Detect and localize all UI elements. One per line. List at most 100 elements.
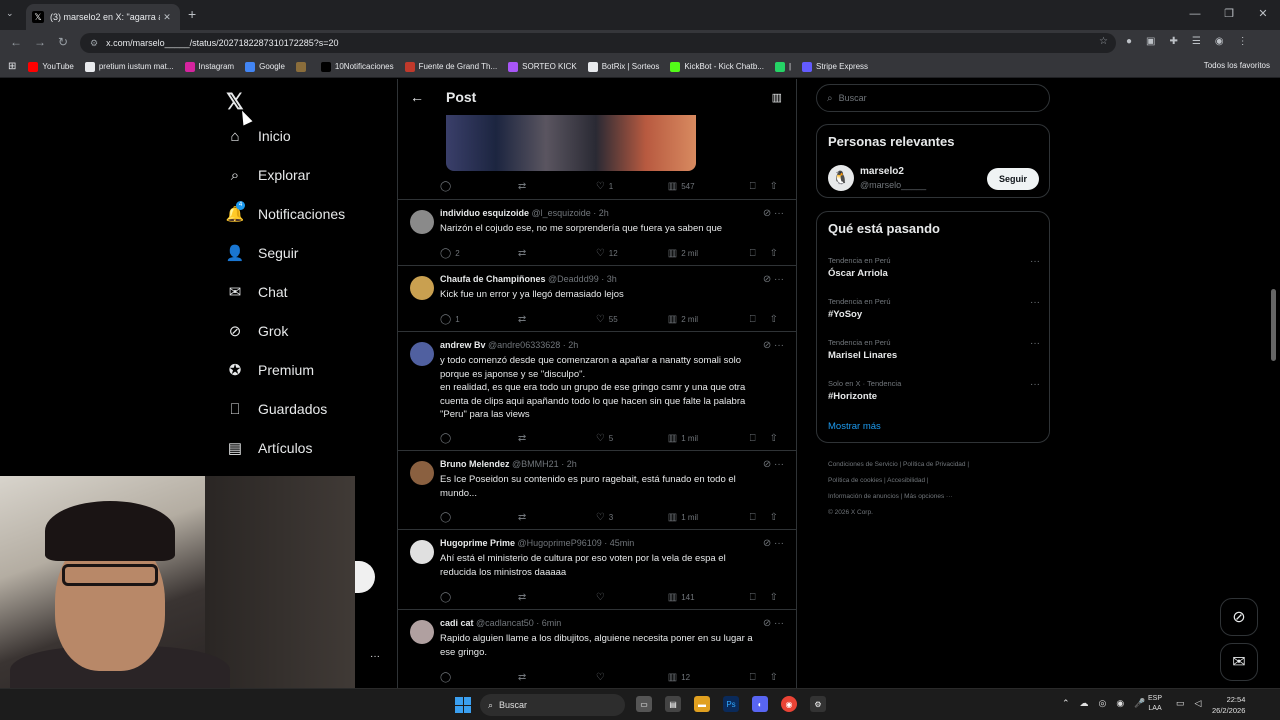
microphone-icon[interactable]: 🎤 (1134, 698, 1145, 709)
bookmark-button[interactable]: ⎕ (750, 314, 770, 325)
star-icon[interactable]: ☆ (1099, 36, 1108, 47)
more-icon[interactable]: ··· (1030, 379, 1040, 390)
grok-icon[interactable]: ⊘ (763, 274, 774, 285)
grok-icon[interactable]: ⊘ (763, 340, 774, 351)
extension-icon[interactable]: ● (1126, 36, 1132, 47)
avatar[interactable]: 🐧 (828, 165, 854, 191)
show-more-link[interactable]: Mostrar más (828, 421, 881, 432)
repost-button[interactable]: ⇄ (518, 248, 596, 259)
taskbar-search-input[interactable]: ⌕ Buscar (480, 694, 625, 716)
nav-item-notificaciones[interactable]: 🔔 4 Notificaciones (226, 201, 345, 223)
volume-icon[interactable]: ◁ (1195, 698, 1202, 709)
bookmark-item[interactable]: Google (245, 61, 285, 72)
language-indicator[interactable]: ESP LAA (1148, 694, 1162, 714)
repost-button[interactable]: ⇄ (518, 314, 596, 325)
bookmark-item[interactable]: Stripe Express (802, 61, 868, 72)
like-button[interactable]: ♡ (596, 672, 668, 683)
share-button[interactable]: ⇧ (770, 592, 782, 603)
extension-icon[interactable]: ▣ (1146, 36, 1155, 47)
reply-author-name[interactable]: cadi cat (440, 618, 474, 628)
nav-item-seguir[interactable]: 👤 Seguir (226, 244, 299, 262)
discord-icon[interactable]: ◐ (752, 696, 768, 712)
tab-search-icon[interactable]: ⌄ (6, 8, 14, 19)
more-icon[interactable]: ··· (1030, 297, 1040, 308)
reply-button[interactable]: ◯ (440, 181, 518, 192)
avatar[interactable] (410, 210, 434, 234)
like-button[interactable]: ♡ 12 (596, 248, 668, 259)
nav-item-grok[interactable]: ⊘ Grok (226, 322, 289, 340)
clock[interactable]: 22:54 26/2/2026 (1212, 694, 1245, 716)
post-media-image[interactable] (446, 115, 696, 171)
repost-button[interactable]: ⇄ (518, 672, 596, 683)
puzzle-icon[interactable]: ✚ (1170, 36, 1178, 47)
nav-item-inicio[interactable]: ⌂ Inicio (226, 127, 290, 145)
avatar[interactable] (410, 276, 434, 300)
reply-author-name[interactable]: Bruno Melendez (440, 459, 510, 469)
reply-item[interactable]: cadi cat @cadlancat50 · 6min ⊘ ··· Rapido … (398, 609, 796, 688)
trend-item[interactable]: Solo en X · Tendencia #Horizonte ··· (828, 379, 1040, 402)
bookmark-item[interactable]: YouTube (28, 61, 74, 72)
sidepanel-icon[interactable]: ☰ (1192, 36, 1201, 47)
share-button[interactable]: ⇧ (770, 248, 782, 259)
photoshop-icon[interactable]: Ps (723, 696, 739, 712)
grok-icon[interactable]: ⊘ (763, 618, 774, 629)
more-icon[interactable]: ··· (774, 274, 784, 285)
reply-item[interactable]: Chaufa de Champiñones @Deaddd99 · 3h ⊘ ··… (398, 265, 796, 331)
like-button[interactable]: ♡ 1 (596, 181, 668, 192)
more-icon[interactable]: ··· (774, 340, 784, 351)
bookmark-item[interactable]: | (774, 61, 791, 72)
reply-author-name[interactable]: Hugoprime Prime (440, 538, 515, 548)
bookmark-item[interactable]: 10Notificaciones (320, 61, 394, 72)
nav-item-chat[interactable]: ✉ Chat (226, 283, 288, 301)
reply-author-name[interactable]: Chaufa de Champiñones (440, 274, 546, 284)
url-input[interactable]: ⚙ x.com/marselo_____/status/202718228731… (80, 33, 1116, 53)
views-button[interactable]: ▥ 2 mil (668, 248, 750, 259)
grok-icon[interactable]: ⊘ (763, 208, 774, 219)
bookmark-button[interactable]: ⎕ (750, 592, 770, 603)
new-tab-icon[interactable]: + (188, 6, 196, 22)
views-button[interactable]: ▥ 1 mil (668, 512, 750, 523)
more-icon[interactable]: ··· (774, 618, 784, 629)
close-window-icon[interactable]: ✕ (1246, 0, 1280, 30)
bookmark-item[interactable]: Instagram (184, 61, 234, 72)
bookmark-item[interactable]: SORTEO KICK (508, 61, 577, 72)
more-icon[interactable]: ··· (1030, 256, 1040, 267)
apps-icon[interactable]: ⊞ (8, 61, 16, 72)
nav-item-guardados[interactable]: ⎕ Guardados (226, 400, 327, 418)
back-icon[interactable]: ← (10, 35, 22, 49)
tray-app-icon[interactable]: ◉ (1116, 698, 1124, 709)
share-button[interactable]: ⇧ (770, 314, 782, 325)
all-bookmarks-link[interactable]: Todos los favoritos (1204, 61, 1270, 70)
views-button[interactable]: ▥ 141 (668, 592, 750, 603)
reply-button[interactable]: ◯ (440, 433, 518, 444)
app-icon[interactable]: ⚙ (810, 696, 826, 712)
share-button[interactable]: ⇧ (770, 181, 782, 192)
bookmark-item[interactable]: BotRix | Sorteos (587, 61, 659, 72)
bookmark-item[interactable]: KickBot - Kick Chatb... (670, 61, 764, 72)
grok-fab-icon[interactable]: ⊘ (1220, 598, 1258, 636)
chevron-up-icon[interactable]: ⌃ (1062, 698, 1070, 709)
reply-author-name[interactable]: individuo esquizoide (440, 208, 529, 218)
reply-button[interactable]: ◯ (440, 672, 518, 683)
tray-app-icon[interactable]: ◎ (1099, 698, 1107, 709)
repost-button[interactable]: ⇄ (518, 592, 596, 603)
bookmark-item[interactable] (295, 61, 310, 72)
footer-link-line[interactable]: Política de cookies | Accesibilidad | (828, 473, 1048, 489)
reply-item[interactable]: Bruno Melendez @BMMH21 · 2h ⊘ ··· Es Ice P… (398, 450, 796, 529)
repost-button[interactable]: ⇄ (518, 433, 596, 444)
more-options-icon[interactable]: ··· (370, 651, 380, 662)
profile-icon[interactable]: ◉ (1215, 36, 1224, 47)
more-icon[interactable]: ··· (1030, 338, 1040, 349)
reader-mode-icon[interactable]: ▥ (772, 91, 782, 104)
trend-item[interactable]: Tendencia en Perú Marisel Linares ··· (828, 338, 1040, 361)
views-button[interactable]: ▥ 12 (668, 672, 750, 683)
reply-item[interactable]: individuo esquizoide @l_esquizoide · 2h ⊘… (398, 199, 796, 265)
relevant-user-name[interactable]: marselo2 (860, 166, 904, 177)
site-info-icon[interactable]: ⚙ (90, 38, 98, 49)
minimize-icon[interactable]: — (1178, 0, 1212, 30)
back-arrow-icon[interactable]: ← (410, 89, 424, 105)
footer-link-line[interactable]: Información de anuncios | Más opciones ·… (828, 489, 1048, 505)
profile-button[interactable] (355, 561, 375, 593)
repost-button[interactable]: ⇄ (518, 181, 596, 192)
reply-author-name[interactable]: andrew Bv (440, 340, 486, 350)
